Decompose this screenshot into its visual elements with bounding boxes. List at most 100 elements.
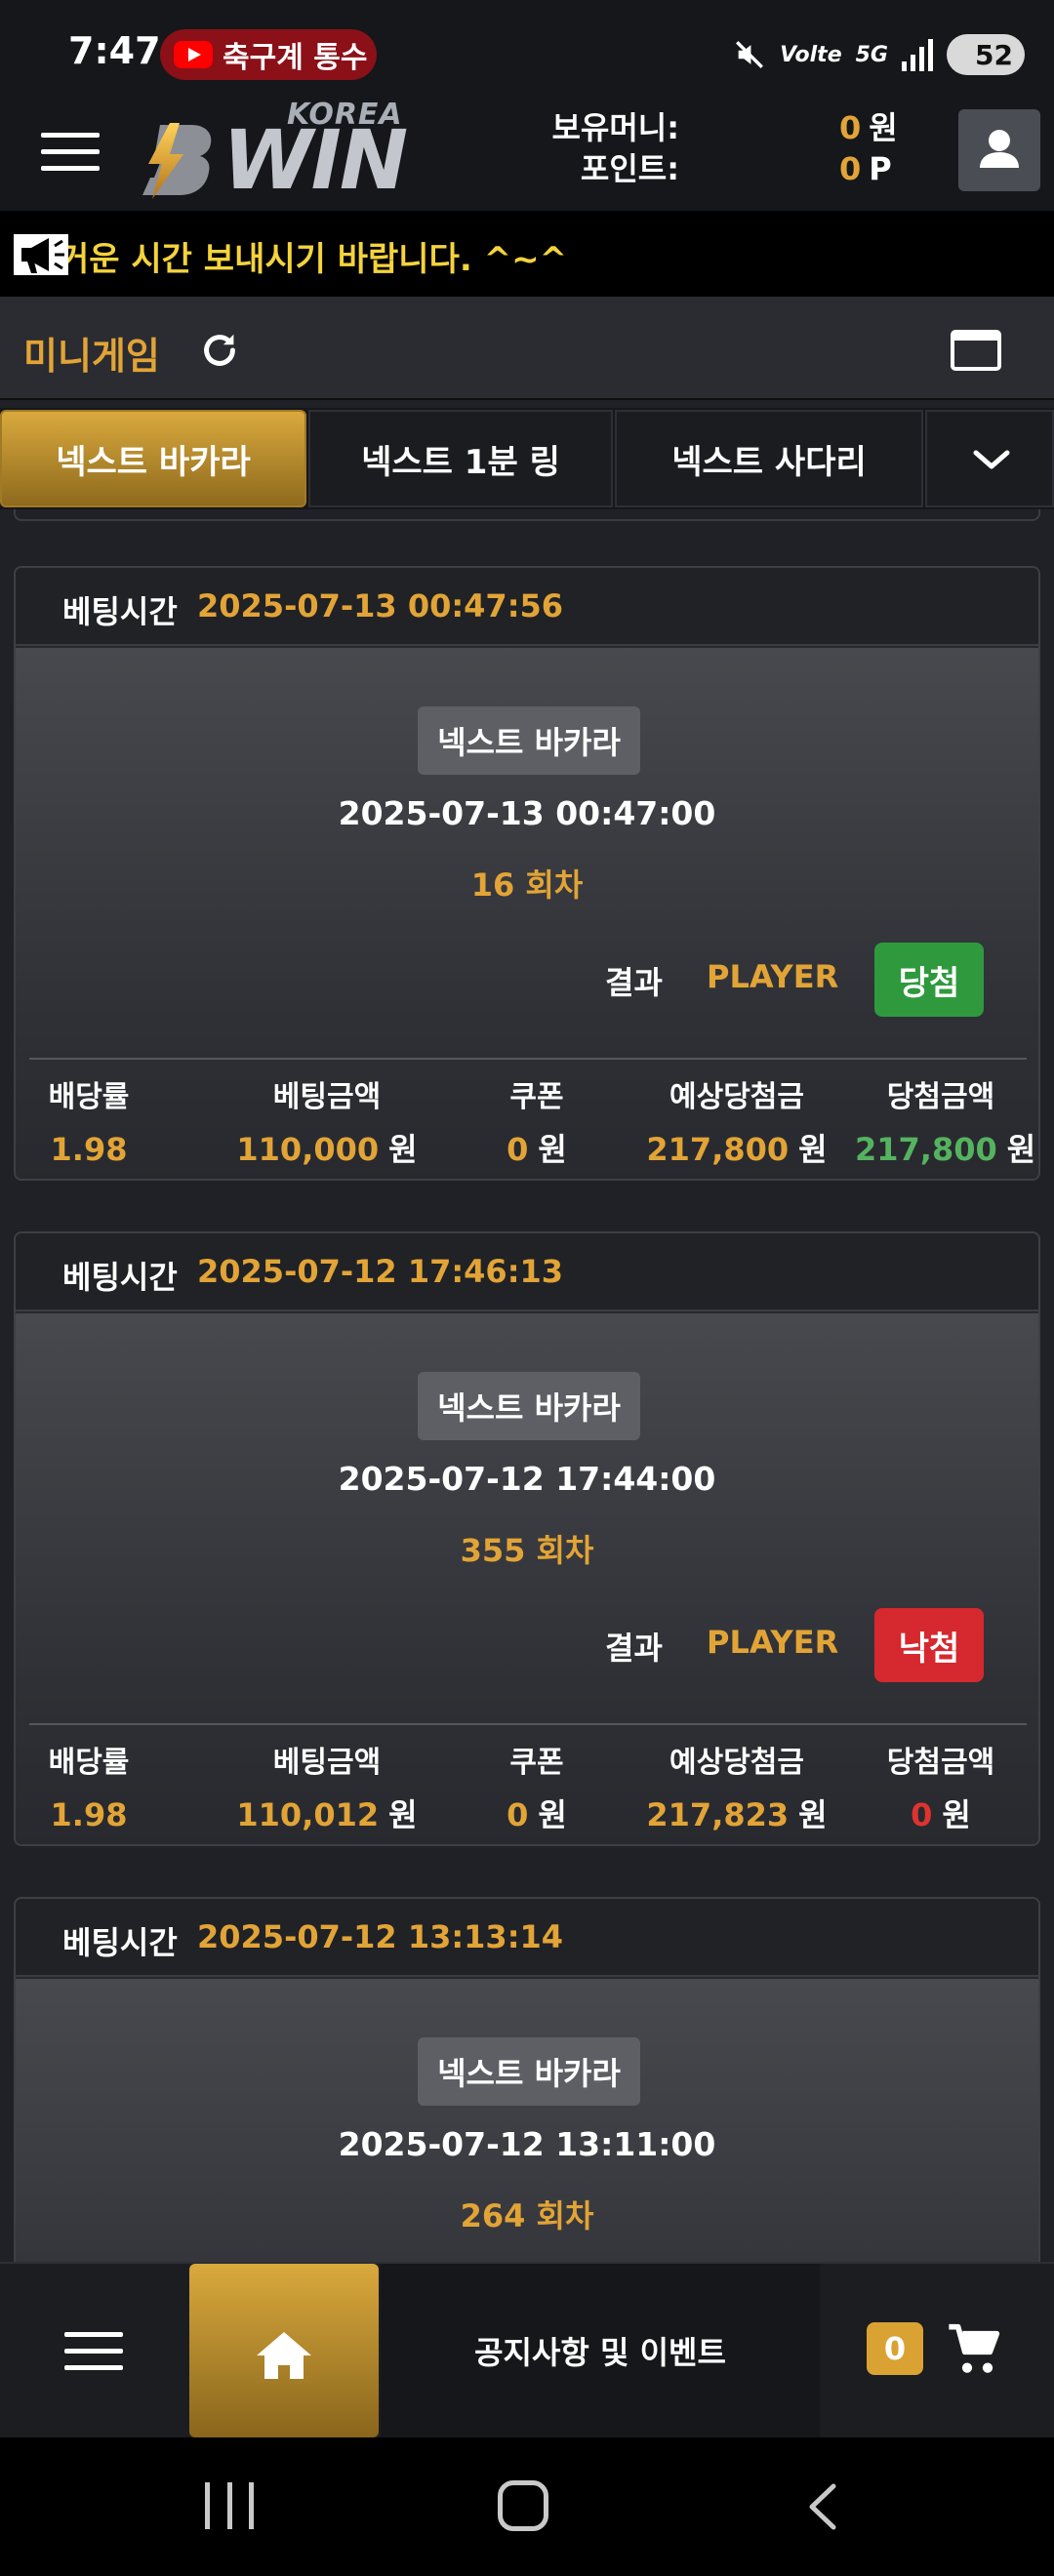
cart-count-badge: 0 [867,2322,923,2375]
expected-unit: 원 [798,1131,828,1168]
status-badge: 낙첨 [874,1608,984,1682]
game-name-badge: 넥스트 바카라 [418,706,640,775]
hamburger-icon[interactable] [41,133,100,176]
signal-icon [902,38,933,71]
home-icon [257,2332,311,2379]
money-label: 보유머니: [551,109,679,146]
tab-next-1min-ring[interactable]: 넥스트 1분 링 [308,410,613,507]
hamburger-icon[interactable] [64,2332,123,2375]
media-notification-pill[interactable]: 축구계 통수 [160,29,377,80]
user-button[interactable] [958,109,1040,191]
expected-label: 예상당첨금 [669,1080,804,1114]
refresh-icon[interactable] [197,328,242,373]
odds-label: 배당률 [48,1080,130,1114]
expected-value: 217,823 [646,1796,790,1833]
payout-label: 당첨금액 [886,1746,995,1780]
result-value: PLAYER [707,958,839,995]
tab-next-ladder[interactable]: 넥스트 사다리 [615,410,923,507]
status-time: 7:47 [68,29,161,72]
window-icon[interactable] [949,328,1003,373]
coupon-value: 0 [507,1131,529,1168]
recents-icon[interactable] [205,2482,254,2529]
money-value: 0 [839,109,862,146]
bet-card-header: 베팅시간 2025-07-13 00:47:56 [16,568,1038,646]
bet-card-header: 베팅시간 2025-07-12 17:46:13 [16,1233,1038,1311]
notice-text: 거운 시간 보내시기 바랍니다. ^~^ [59,240,568,279]
expected-stat: 예상당첨금 217,823 원 [644,1745,830,1834]
notice-ticker: 거운 시간 보내시기 바랍니다. ^~^ [0,211,1054,297]
result-label: 결과 [605,1630,663,1667]
status-badge: 당첨 [874,943,984,1017]
bet-card: 베팅시간 2025-07-13 00:47:56 넥스트 바카라 2025-07… [14,566,1040,1181]
bet-card: 베팅시간 2025-07-12 17:46:13 넥스트 바카라 2025-07… [14,1231,1040,1846]
bet-time-value: 2025-07-13 00:47:56 [197,587,564,624]
previous-card-edge [14,509,1040,521]
site-logo[interactable]: KOREA WIN [135,98,418,205]
volte-label: Volte [780,42,842,67]
network-label: 5G [855,42,888,67]
logo-win-text: WIN [223,112,408,208]
odds-value: 1.98 [50,1131,128,1168]
site-header: KOREA WIN 보유머니: 포인트: 0원 0P [0,98,1054,211]
home-button[interactable] [189,2264,379,2437]
system-home-icon[interactable] [498,2480,548,2531]
points-unit: P [869,150,892,187]
payout-unit: 원 [942,1796,971,1833]
amount-stat: 베팅금액 110,012 원 [224,1745,429,1834]
payout-value: 217,800 [855,1131,997,1168]
bet-card-body: 넥스트 바카라 2025-07-13 00:47:00 16 회차 결과 PLA… [16,648,1038,1179]
coupon-unit: 원 [538,1796,567,1833]
odds-label: 배당률 [48,1746,130,1780]
back-icon[interactable] [798,2480,847,2533]
game-name-badge: 넥스트 바카라 [418,1372,640,1440]
round-number: 264 회차 [460,2197,594,2234]
app-root: 7:47 축구계 통수 Volte 5G 52 KOREA WIN 보유머니: [0,0,1054,2576]
payout-stat: 당첨금액 0원 [855,1745,1027,1834]
coupon-label: 쿠폰 [509,1746,564,1780]
coupon-value: 0 [507,1796,529,1833]
game-name-badge: 넥스트 바카라 [418,2037,640,2106]
mute-icon [736,41,764,68]
youtube-icon [174,41,213,68]
bet-stats: 배당률 1.98 베팅금액 110,000 원 쿠폰 0원 예상당첨금 217,8… [29,1058,1035,1179]
amount-value: 110,012 [236,1796,380,1833]
coupon-unit: 원 [538,1131,567,1168]
amount-unit: 원 [388,1796,418,1833]
minigame-title: 미니게임 [23,335,160,378]
bet-card-body: 넥스트 바카라 2025-07-12 17:44:00 355 회차 결과 PL… [16,1313,1038,1844]
coupon-label: 쿠폰 [509,1080,564,1114]
bet-history-list: 베팅시간 2025-07-13 00:47:56 넥스트 바카라 2025-07… [0,509,1054,2262]
payout-stat: 당첨금액 217,800 원 [855,1079,1035,1169]
draw-time: 2025-07-12 17:44:00 [338,1460,716,1498]
coupon-stat: 쿠폰 0원 [478,1745,595,1834]
bet-card-header: 베팅시간 2025-07-12 13:13:14 [16,1899,1038,1977]
bet-stats: 배당률 1.98 베팅금액 110,012 원 쿠폰 0원 예상당첨금 217,8… [29,1723,1027,1844]
bet-time-label: 베팅시간 [62,1259,178,1296]
notice-events-button[interactable]: 공지사항 및 이벤트 [381,2264,820,2437]
wallet-labels: 보유머니: 포인트: [547,107,679,189]
amount-unit: 원 [388,1131,418,1168]
amount-value: 110,000 [236,1131,380,1168]
points-value: 0 [839,150,862,187]
wallet-values: 0원 0P [839,107,937,189]
tabs-more-button[interactable] [925,410,1054,507]
user-icon [980,130,1019,168]
payout-unit: 원 [1006,1131,1036,1168]
payout-label: 당첨금액 [886,1080,995,1114]
result-label: 결과 [605,964,663,1001]
result-value: PLAYER [707,1624,839,1661]
cart-icon[interactable] [945,2322,1003,2377]
odds-stat: 배당률 1.98 [29,1079,148,1169]
odds-value: 1.98 [50,1796,128,1833]
system-nav-bar [0,2437,1054,2576]
chevron-down-icon [973,450,1010,469]
money-unit: 원 [869,109,898,146]
bet-card-body: 넥스트 바카라 2025-07-12 13:11:00 264 회차 [16,1979,1038,2262]
expected-unit: 원 [798,1796,828,1833]
draw-time: 2025-07-12 13:11:00 [338,2125,716,2163]
tab-next-baccarat[interactable]: 넥스트 바카라 [0,410,306,507]
bet-time-label: 베팅시간 [62,1924,178,1961]
coupon-stat: 쿠폰 0원 [478,1079,595,1169]
amount-label: 베팅금액 [272,1746,382,1780]
bottom-nav: 공지사항 및 이벤트 0 [0,2262,1054,2437]
